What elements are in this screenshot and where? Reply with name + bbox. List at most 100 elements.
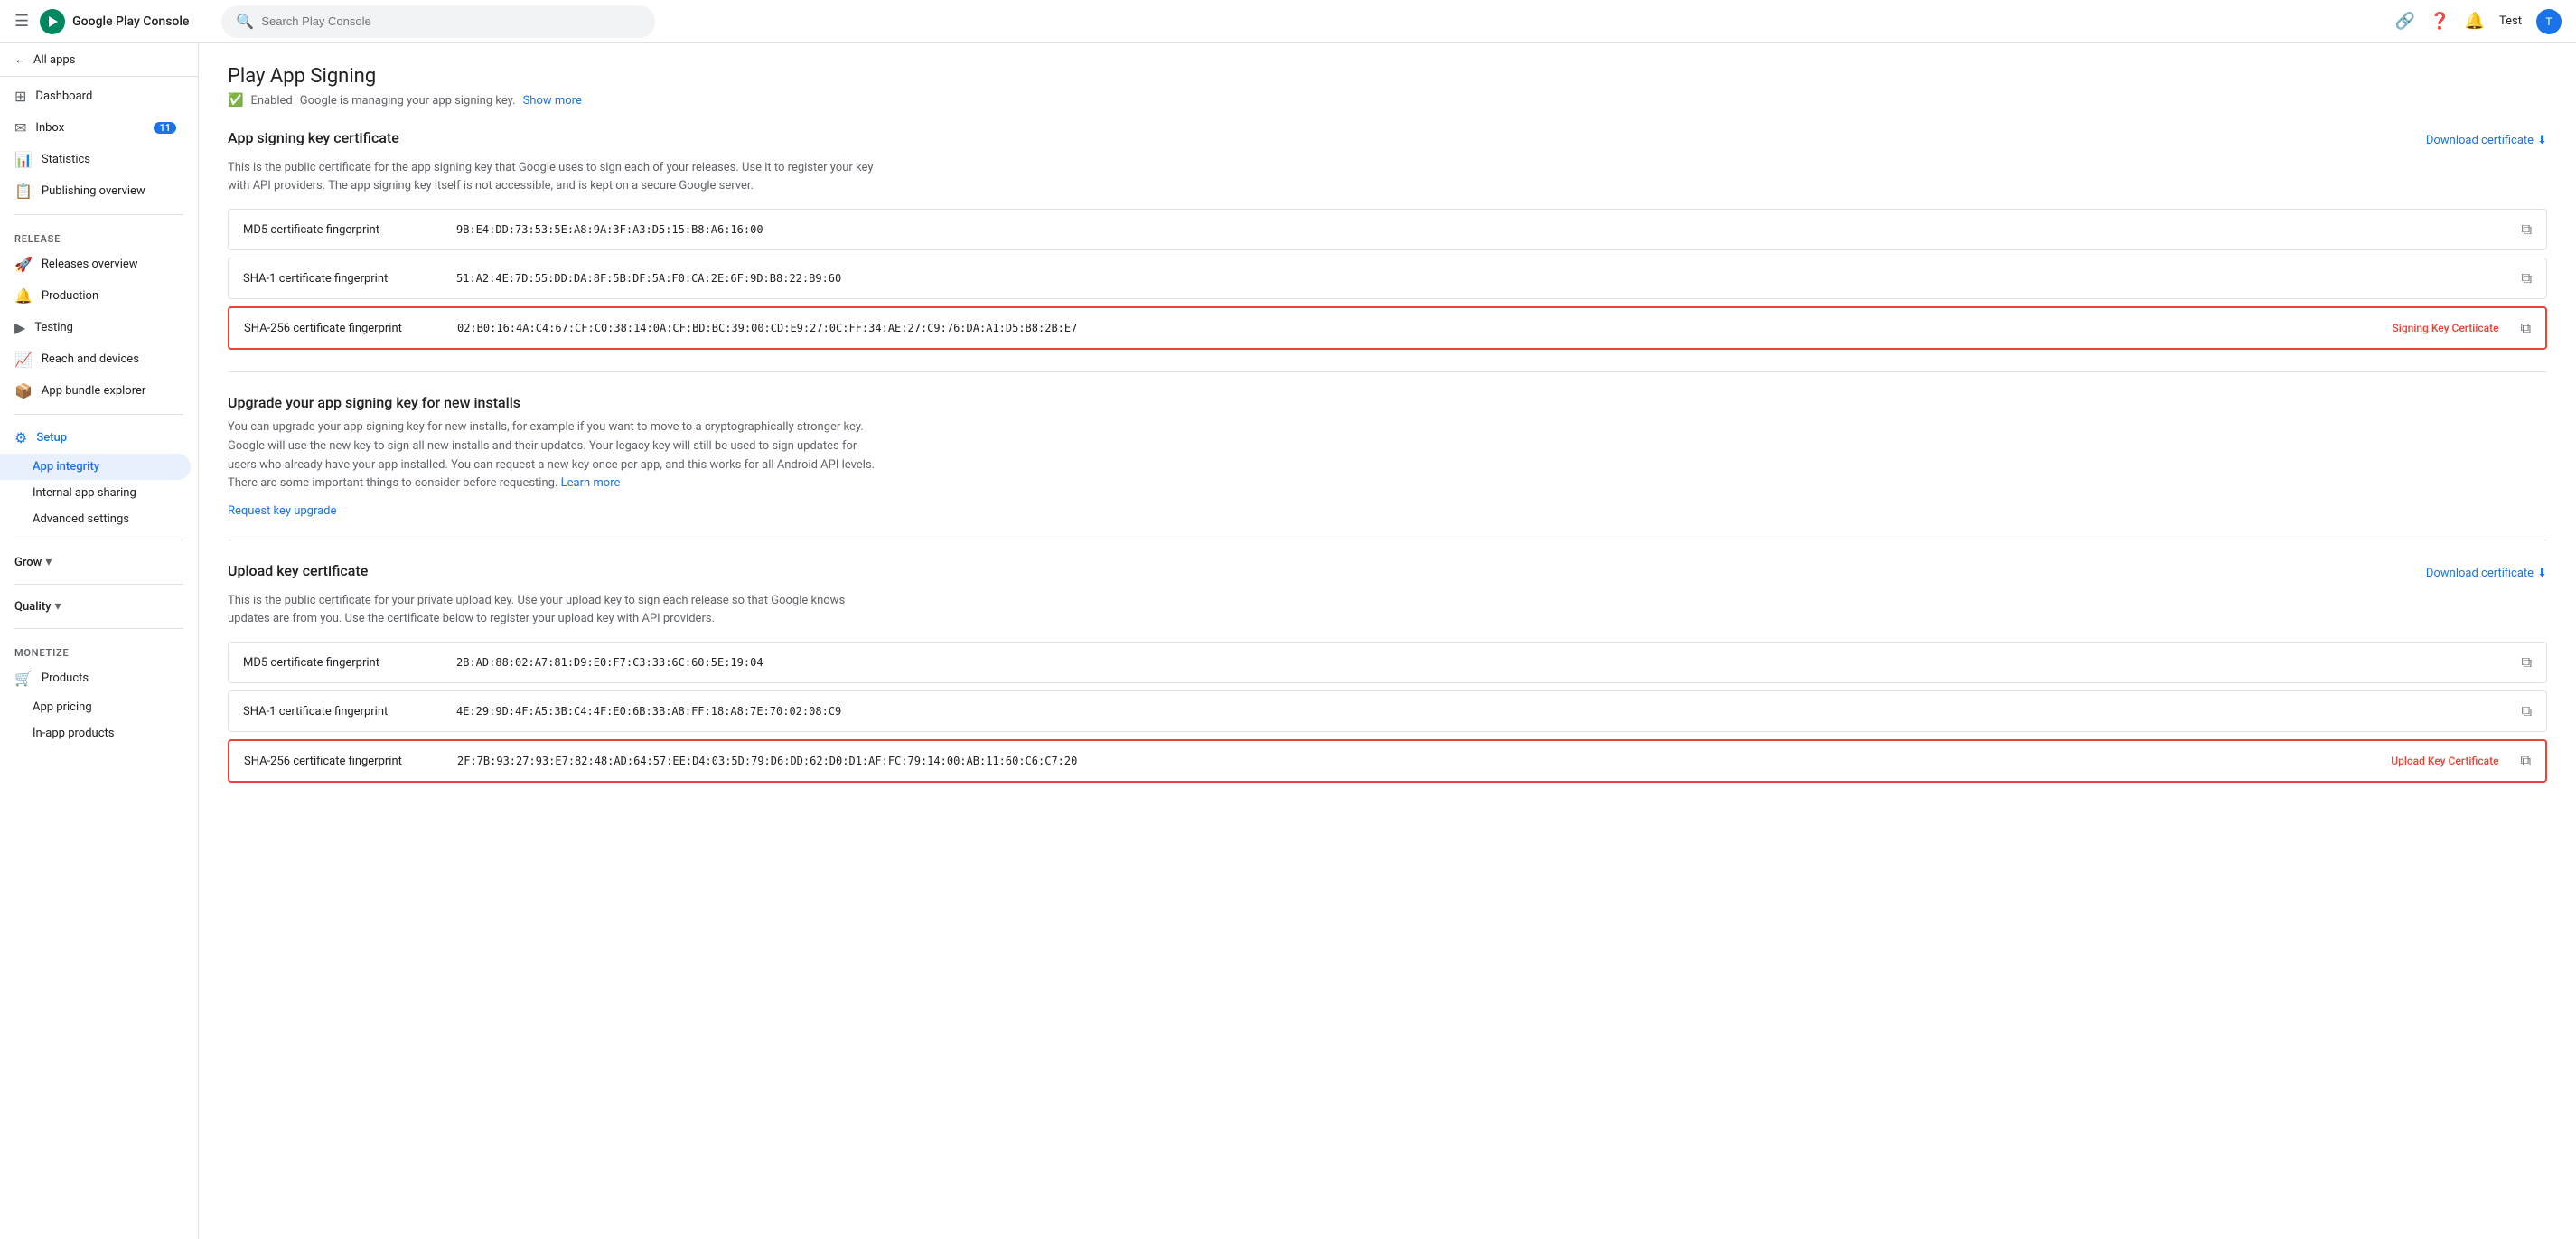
sidebar-item-label: Publishing overview [42, 184, 145, 198]
upload-sha1-copy-icon[interactable]: ⧉ [2522, 702, 2532, 720]
sidebar-subitem-app-integrity[interactable]: App integrity [0, 454, 191, 480]
release-section-label: Release [0, 222, 198, 249]
logo: Google Play Console [40, 9, 189, 34]
upload-sha256-row: SHA-256 certificate fingerprint 2F:7B:93… [228, 739, 2547, 783]
sidebar-item-inbox[interactable]: ✉ Inbox 11 [0, 112, 191, 144]
sidebar-subitem-advanced-settings[interactable]: Advanced settings [0, 506, 191, 532]
enabled-check-icon: ✅ [228, 93, 243, 108]
link-icon[interactable]: 🔗 [2395, 12, 2415, 31]
avatar[interactable]: T [2536, 9, 2562, 34]
upload-md5-copy-icon[interactable]: ⧉ [2522, 653, 2532, 671]
download-icon: ⬇ [2537, 134, 2547, 147]
testing-icon: ▶ [14, 319, 25, 336]
search-input[interactable] [261, 14, 641, 28]
divider-2 [14, 414, 183, 415]
sidebar-item-publishing[interactable]: 📋 Publishing overview [0, 175, 191, 207]
download-cert-button-signing[interactable]: Download certificate ⬇ [2426, 134, 2547, 147]
production-icon: 🔔 [14, 287, 33, 305]
notification-icon[interactable]: 🔔 [2465, 12, 2485, 31]
show-more-link[interactable]: Show more [523, 94, 582, 108]
sidebar-item-label: Testing [34, 321, 73, 334]
grow-chevron-icon: ▾ [45, 555, 52, 569]
upload-key-tag: Upload Key Certificate [2391, 755, 2498, 767]
upgrade-section: Upgrade your app signing key for new ins… [228, 394, 2547, 518]
signing-sha1-copy-icon[interactable]: ⧉ [2522, 269, 2532, 287]
publishing-icon: 📋 [14, 183, 33, 200]
signing-sha256-label: SHA-256 certificate fingerprint [244, 322, 443, 335]
sidebar-item-label: App bundle explorer [42, 384, 145, 398]
sidebar-item-label: Reach and devices [42, 352, 139, 366]
internal-sharing-label: Internal app sharing [33, 486, 136, 500]
sidebar-item-production[interactable]: 🔔 Production [0, 280, 191, 312]
download-cert-button-upload[interactable]: Download certificate ⬇ [2426, 567, 2547, 580]
sidebar-item-testing[interactable]: ▶ Testing [0, 312, 191, 343]
sidebar-item-label: Releases overview [42, 258, 138, 271]
advanced-settings-label: Advanced settings [33, 512, 129, 526]
releases-icon: 🚀 [14, 256, 33, 273]
upload-sha1-value: 4E:29:9D:4F:A5:3B:C4:4F:E0:6B:3B:A8:FF:1… [456, 705, 2507, 718]
sidebar-item-products[interactable]: 🛒 Products [0, 662, 191, 694]
app-integrity-label: App integrity [33, 460, 99, 474]
sidebar-subitem-app-pricing[interactable]: App pricing [0, 694, 191, 720]
back-arrow-icon: ← [14, 52, 26, 67]
sidebar-item-reach-devices[interactable]: 📈 Reach and devices [0, 343, 191, 375]
upload-sha1-row: SHA-1 certificate fingerprint 4E:29:9D:4… [228, 690, 2547, 732]
app-signing-cert-header: App signing key certificate Download cer… [228, 129, 2547, 152]
top-nav: ☰ Google Play Console 🔍 🔗 ❓ 🔔 Test T [0, 0, 2576, 43]
layout: ← All apps ⊞ Dashboard ✉ Inbox 11 📊 Stat… [0, 43, 2576, 1239]
upload-sha256-value: 2F:7B:93:27:93:E7:82:48:AD:64:57:EE:D4:0… [457, 755, 2376, 767]
sidebar-item-setup[interactable]: ⚙ Setup [0, 422, 191, 454]
sidebar-item-label: Statistics [42, 153, 90, 166]
sidebar: ← All apps ⊞ Dashboard ✉ Inbox 11 📊 Stat… [0, 43, 199, 1239]
all-apps-button[interactable]: ← All apps [0, 43, 198, 77]
upgrade-desc: You can upgrade your app signing key for… [228, 418, 878, 493]
upload-sha256-label: SHA-256 certificate fingerprint [244, 755, 443, 768]
signing-sha256-copy-icon[interactable]: ⧉ [2521, 319, 2531, 337]
sidebar-subitem-internal-sharing[interactable]: Internal app sharing [0, 480, 191, 506]
divider-4 [14, 584, 183, 585]
sidebar-grow-section[interactable]: Grow ▾ [0, 548, 198, 577]
in-app-products-label: In-app products [33, 727, 114, 740]
bundle-icon: 📦 [14, 382, 33, 399]
divider-5 [14, 628, 183, 629]
download-cert-label: Download certificate [2426, 134, 2534, 147]
products-icon: 🛒 [14, 670, 33, 687]
upload-md5-value: 2B:AD:88:02:A7:81:D9:E0:F7:C3:33:6C:60:5… [456, 656, 2507, 669]
upload-sha1-label: SHA-1 certificate fingerprint [243, 705, 442, 718]
upload-cert-header: Upload key certificate Download certific… [228, 562, 2547, 585]
sidebar-item-statistics[interactable]: 📊 Statistics [0, 144, 191, 175]
logo-text: Google Play Console [72, 14, 189, 29]
upload-download-icon: ⬇ [2537, 567, 2547, 580]
page-subtitle: ✅ Enabled Google is managing your app si… [228, 93, 2547, 108]
setup-label: Setup [36, 431, 67, 445]
upgrade-title: Upgrade your app signing key for new ins… [228, 394, 2547, 411]
statistics-icon: 📊 [14, 151, 33, 168]
learn-more-link[interactable]: Learn more [561, 476, 621, 490]
help-icon[interactable]: ❓ [2430, 12, 2450, 31]
request-upgrade-link[interactable]: Request key upgrade [228, 504, 336, 518]
menu-icon[interactable]: ☰ [14, 12, 29, 31]
upload-download-label: Download certificate [2426, 567, 2534, 580]
app-signing-cert-title: App signing key certificate [228, 129, 399, 146]
sidebar-item-app-bundle[interactable]: 📦 App bundle explorer [0, 375, 191, 407]
play-console-logo-icon [40, 9, 65, 34]
signing-key-tag: Signing Key Certiicate [2393, 322, 2499, 334]
divider-1 [14, 214, 183, 215]
sidebar-quality-section[interactable]: Quality ▾ [0, 592, 198, 621]
sidebar-subitem-in-app-products[interactable]: In-app products [0, 720, 191, 746]
upload-sha256-copy-icon[interactable]: ⧉ [2521, 752, 2531, 770]
quality-label: Quality [14, 600, 52, 614]
signing-sha1-value: 51:A2:4E:7D:55:DD:DA:8F:5B:DF:5A:F0:CA:2… [456, 272, 2507, 285]
top-nav-right: 🔗 ❓ 🔔 Test T [2395, 9, 2562, 34]
sidebar-item-label: Dashboard [35, 89, 92, 103]
search-bar: 🔍 [221, 5, 655, 38]
page-title: Play App Signing [228, 65, 2547, 88]
sidebar-item-dashboard[interactable]: ⊞ Dashboard [0, 80, 191, 112]
signing-sha1-label: SHA-1 certificate fingerprint [243, 272, 442, 286]
inbox-icon: ✉ [14, 119, 26, 136]
inbox-badge: 11 [154, 122, 176, 134]
signing-md5-copy-icon[interactable]: ⧉ [2522, 221, 2532, 239]
sidebar-item-releases-overview[interactable]: 🚀 Releases overview [0, 249, 191, 280]
quality-chevron-icon: ▾ [55, 599, 61, 614]
signing-md5-row: MD5 certificate fingerprint 9B:E4:DD:73:… [228, 209, 2547, 250]
